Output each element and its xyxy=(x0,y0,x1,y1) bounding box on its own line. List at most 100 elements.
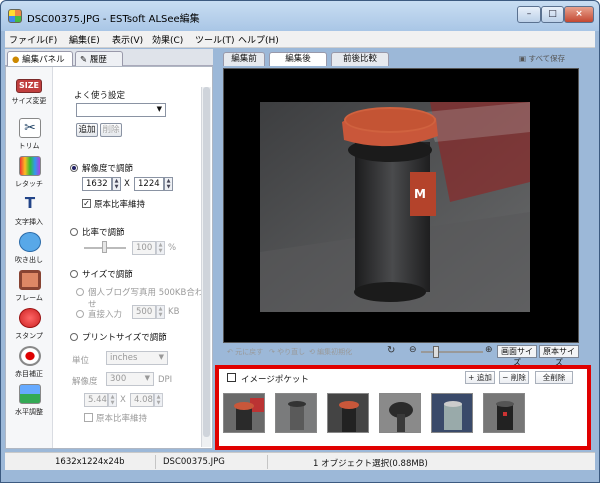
ratio-label: 比率で調節 xyxy=(82,228,125,238)
menu-help[interactable]: ヘルプ(H) xyxy=(238,33,279,46)
radio-size[interactable] xyxy=(70,270,78,278)
zoom-out-icon[interactable]: ⊖ xyxy=(409,345,417,355)
image-viewer[interactable]: M xyxy=(223,68,579,343)
chevron-down-icon: ▼ xyxy=(158,353,164,361)
tab-history-label: 履歴 xyxy=(89,55,107,65)
tool-strip: SIZE サイズ変更 ✂ トリム レタッチ T 文字挿入 吹き出し フレーム ス… xyxy=(6,67,53,448)
redo-button[interactable]: ↷ やり直し xyxy=(269,347,305,357)
favorites-label: よく使う設定 xyxy=(74,91,126,101)
ratio-input[interactable]: 100 xyxy=(132,241,156,255)
minimize-button[interactable]: – xyxy=(517,6,541,23)
menu-tools[interactable]: ツール(T) xyxy=(195,33,235,46)
print-x-label: X xyxy=(120,395,126,405)
print-height-spinner[interactable]: ▲ ▼ xyxy=(154,393,163,407)
radio-ratio[interactable] xyxy=(70,228,78,236)
tool-retouch[interactable]: レタッチ xyxy=(8,153,50,195)
print-width-spinner[interactable]: ▲ ▼ xyxy=(108,393,117,407)
menu-file[interactable]: ファイル(F) xyxy=(9,33,57,46)
thumbnail[interactable] xyxy=(483,393,525,433)
edit-panel: SIZE サイズ変更 ✂ トリム レタッチ T 文字挿入 吹き出し フレーム ス… xyxy=(5,66,213,449)
thumbnail[interactable] xyxy=(327,393,369,433)
tab-edit-panel[interactable]: ● 編集パネル xyxy=(7,51,73,66)
balloon-icon xyxy=(19,232,41,252)
height-spinner[interactable]: ▲ ▼ xyxy=(164,177,173,191)
tool-balloon[interactable]: 吹き出し xyxy=(8,229,50,271)
fit-screen-button[interactable]: 画面サイズ xyxy=(497,345,537,367)
tool-text-label: 文字挿入 xyxy=(15,218,43,226)
add-favorite-button[interactable]: 追加 xyxy=(76,123,98,137)
zoom-slider-knob[interactable] xyxy=(433,346,439,358)
tool-resize[interactable]: SIZE サイズ変更 xyxy=(8,71,50,113)
status-bar: 1632x1224x24b DSC00375.JPG 1 オブジェクト選択(0.… xyxy=(5,452,595,470)
width-spinner[interactable]: ▲ ▼ xyxy=(112,177,121,191)
delete-favorite-button[interactable]: 削除 xyxy=(100,123,122,137)
pocket-add-button[interactable]: + 追加 xyxy=(465,371,495,384)
unit-select[interactable]: inches ▼ xyxy=(106,351,168,365)
radio-direct[interactable] xyxy=(76,310,84,318)
pocket-remove-all-button[interactable]: 全削除 xyxy=(535,371,573,384)
edited-photo: M xyxy=(260,102,530,312)
tab-history[interactable]: ✎ 履歴 xyxy=(75,51,123,66)
ratio-spinner[interactable]: ▲ ▼ xyxy=(156,241,165,255)
menu-edit[interactable]: 編集(E) xyxy=(69,33,100,46)
thumbnail[interactable] xyxy=(379,393,421,433)
title-bar[interactable]: DSC00375.JPG - ESTsoft ALSee編集 – □ × xyxy=(1,1,599,31)
text-icon: T xyxy=(24,194,36,212)
tab-compare[interactable]: 前後比較 xyxy=(331,52,389,66)
ratio-slider-knob[interactable] xyxy=(102,241,107,253)
favorites-select[interactable]: ▼ xyxy=(76,103,166,117)
tool-frame[interactable]: フレーム xyxy=(8,267,50,309)
width-input[interactable]: 1632 xyxy=(82,177,112,191)
menu-view[interactable]: 表示(V) xyxy=(112,33,143,46)
thumbnail[interactable] xyxy=(431,393,473,433)
dpi-label: 解像度 xyxy=(72,377,98,387)
tool-text[interactable]: T 文字挿入 xyxy=(8,191,50,233)
direct-input[interactable]: 500 xyxy=(132,305,156,319)
radio-preset[interactable] xyxy=(76,288,84,296)
close-button[interactable]: × xyxy=(564,6,594,23)
save-all-button[interactable]: ▣ すべて保存 xyxy=(519,53,565,64)
thumbnail-image xyxy=(328,394,368,432)
thumbnail[interactable] xyxy=(223,393,265,433)
stamp-icon xyxy=(19,308,41,328)
tab-before[interactable]: 編集前 xyxy=(223,52,265,66)
thumbnail[interactable] xyxy=(275,393,317,433)
radio-print[interactable] xyxy=(70,333,78,341)
left-panel-scrollbar[interactable] xyxy=(201,87,211,447)
pocket-remove-button[interactable]: − 削除 xyxy=(499,371,529,384)
direct-spinner[interactable]: ▲ ▼ xyxy=(156,305,165,319)
print-height-input[interactable]: 4.08 xyxy=(130,393,154,407)
tool-resize-label: サイズ変更 xyxy=(11,97,47,105)
window-title: DSC00375.JPG - ESTsoft ALSee編集 xyxy=(27,14,200,25)
reset-edit-button[interactable]: ⟲ 編集初期化 xyxy=(309,347,352,357)
tool-trim[interactable]: ✂ トリム xyxy=(8,115,50,157)
left-tab-bar: ● 編集パネル ✎ 履歴 xyxy=(5,49,213,66)
original-size-button[interactable]: 原本サイズ xyxy=(539,345,579,367)
trash-bin-photo-svg: M xyxy=(260,102,530,312)
undo-icon: ↶ xyxy=(227,348,233,356)
svg-text:M: M xyxy=(414,187,426,201)
height-input[interactable]: 1224 xyxy=(134,177,164,191)
zoom-in-icon[interactable]: ⊕ xyxy=(485,345,493,355)
tool-level[interactable]: 水平調整 xyxy=(8,381,50,423)
app-window: DSC00375.JPG - ESTsoft ALSee編集 – □ × ファイ… xyxy=(0,0,600,483)
tool-stamp[interactable]: スタンプ xyxy=(8,305,50,347)
zoom-slider[interactable] xyxy=(421,351,483,353)
ratio-unit: % xyxy=(168,243,177,253)
menu-effect[interactable]: 効果(C) xyxy=(152,33,183,46)
undo-button[interactable]: ↶ 元に戻す xyxy=(227,347,263,357)
rotate-icon[interactable]: ↻ xyxy=(387,345,395,356)
print-keep-ratio-checkbox[interactable] xyxy=(84,413,93,422)
radio-resolution[interactable] xyxy=(70,164,78,172)
maximize-button[interactable]: □ xyxy=(541,6,564,23)
tab-after[interactable]: 編集後 xyxy=(269,52,327,66)
tool-redeye[interactable]: 赤目補正 xyxy=(8,343,50,385)
dpi-select[interactable]: 300 ▼ xyxy=(106,372,154,386)
scrollbar-thumb[interactable] xyxy=(203,87,210,437)
print-width-input[interactable]: 5.44 xyxy=(84,393,108,407)
redo-label: やり直し xyxy=(277,348,306,356)
keep-ratio-checkbox[interactable]: ✓ xyxy=(82,199,91,208)
status-selection: 1 オブジェクト選択(0.88MB) xyxy=(313,459,428,469)
direct-unit: KB xyxy=(168,307,180,317)
tool-retouch-label: レタッチ xyxy=(15,180,43,188)
